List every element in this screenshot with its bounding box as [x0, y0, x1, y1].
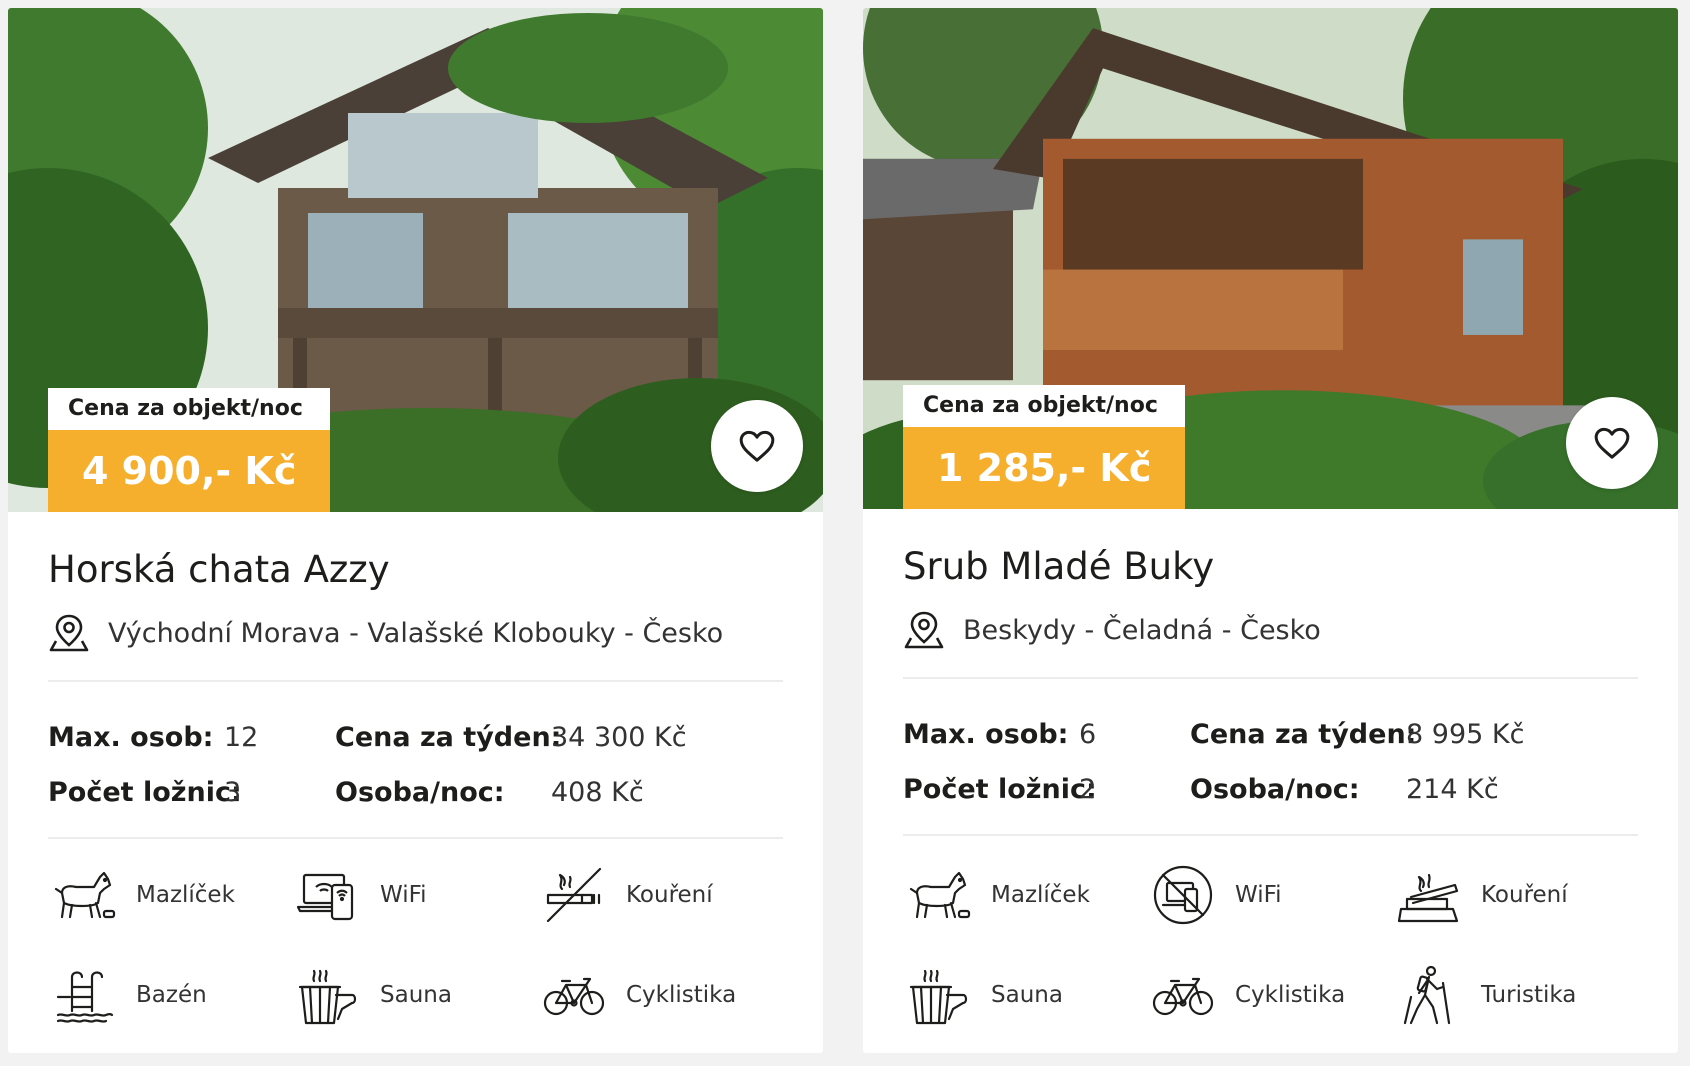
bicycle-icon — [1152, 977, 1214, 1016]
divider — [903, 677, 1638, 679]
amenity-cycling: Cyklistika — [1151, 963, 1345, 1027]
devices-icon — [296, 873, 354, 921]
max-persons-value: 6 — [1079, 719, 1097, 750]
week-price-value: 34 300 Kč — [551, 722, 687, 753]
listing-title[interactable]: Horská chata Azzy — [48, 548, 390, 591]
amenity-label: Sauna — [380, 982, 452, 1008]
hiker-icon — [1403, 965, 1451, 1025]
amenity-smoking: Kouření — [1397, 863, 1568, 927]
pool-ladder-icon — [56, 971, 114, 1023]
location-text: Východní Morava - Valašské Klobouky - Če… — [108, 617, 724, 649]
map-pin-icon — [904, 611, 944, 649]
bedrooms-value: 2 — [1079, 774, 1097, 805]
amenity-label: Kouření — [1481, 882, 1568, 908]
divider — [903, 834, 1638, 836]
listing-card[interactable]: Cena za objekt/noc 4 900,- Kč Horská cha… — [8, 8, 823, 1053]
bicycle-icon — [543, 977, 605, 1016]
amenity-sauna: Sauna — [296, 963, 452, 1027]
price-value: 1 285,- Kč — [903, 427, 1186, 509]
max-persons-value: 12 — [224, 722, 259, 753]
divider — [48, 680, 783, 682]
price-box: Cena za objekt/noc 1 285,- Kč — [903, 385, 1186, 509]
amenity-smoking: Kouření — [542, 863, 713, 927]
week-price-value: 8 995 Kč — [1406, 719, 1525, 750]
amenity-label: Cyklistika — [1235, 982, 1346, 1008]
amenity-pet: Mazlíček — [52, 863, 235, 927]
listing-card[interactable]: Cena za objekt/noc 1 285,- Kč Srub Mladé… — [863, 8, 1678, 1053]
listing-title[interactable]: Srub Mladé Buky — [903, 545, 1214, 588]
amenity-sauna: Sauna — [907, 963, 1063, 1027]
heart-icon — [739, 430, 775, 462]
smoking-icon — [1397, 873, 1459, 923]
favorite-button[interactable] — [711, 400, 803, 492]
amenity-label: Mazlíček — [991, 882, 1090, 908]
amenity-pet: Mazlíček — [907, 863, 1090, 927]
amenity-label: Sauna — [991, 982, 1063, 1008]
dog-icon — [909, 871, 971, 919]
amenity-label: Cyklistika — [626, 982, 737, 1008]
sauna-bucket-icon — [909, 969, 968, 1025]
location-text: Beskydy - Čeladná - Česko — [963, 614, 1321, 646]
price-value: 4 900,- Kč — [48, 430, 331, 512]
amenity-wifi: WiFi — [296, 863, 427, 927]
bedrooms-value: 3 — [224, 777, 242, 808]
divider — [48, 837, 783, 839]
price-label: Cena za objekt/noc — [48, 388, 331, 430]
week-price-label: Cena za týden: — [335, 722, 562, 753]
person-night-value: 214 Kč — [1406, 774, 1499, 805]
bedrooms-label: Počet ložnic: — [48, 777, 242, 808]
no-smoking-icon — [546, 867, 602, 923]
amenity-label: Bazén — [136, 982, 207, 1008]
max-persons-label: Max. osob: — [48, 722, 214, 753]
amenity-pool: Bazén — [52, 963, 207, 1027]
person-night-label: Osoba/noc: — [335, 777, 505, 808]
price-label: Cena za objekt/noc — [903, 385, 1186, 427]
heart-icon — [1594, 427, 1630, 459]
amenity-cycling: Cyklistika — [542, 963, 736, 1027]
bedrooms-label: Počet ložnic: — [903, 774, 1097, 805]
person-night-value: 408 Kč — [551, 777, 644, 808]
listing-photo[interactable]: Cena za objekt/noc 4 900,- Kč — [8, 8, 823, 512]
week-price-label: Cena za týden: — [1190, 719, 1417, 750]
person-night-label: Osoba/noc: — [1190, 774, 1360, 805]
amenity-label: WiFi — [380, 882, 427, 908]
amenity-label: Turistika — [1481, 982, 1577, 1008]
max-persons-label: Max. osob: — [903, 719, 1069, 750]
listing-photo[interactable]: Cena za objekt/noc 1 285,- Kč — [863, 8, 1678, 509]
amenity-hiking: Turistika — [1397, 963, 1576, 1027]
amenity-label: Mazlíček — [136, 882, 235, 908]
map-pin-icon — [49, 614, 89, 652]
dog-icon — [54, 871, 116, 919]
location: Východní Morava - Valašské Klobouky - Če… — [48, 612, 723, 654]
no-wifi-icon — [1153, 865, 1213, 925]
favorite-button[interactable] — [1566, 397, 1658, 489]
amenity-wifi: WiFi — [1151, 863, 1282, 927]
amenity-label: WiFi — [1235, 882, 1282, 908]
location: Beskydy - Čeladná - Česko — [903, 609, 1321, 651]
price-box: Cena za objekt/noc 4 900,- Kč — [48, 388, 331, 512]
amenity-label: Kouření — [626, 882, 713, 908]
sauna-bucket-icon — [298, 969, 357, 1025]
